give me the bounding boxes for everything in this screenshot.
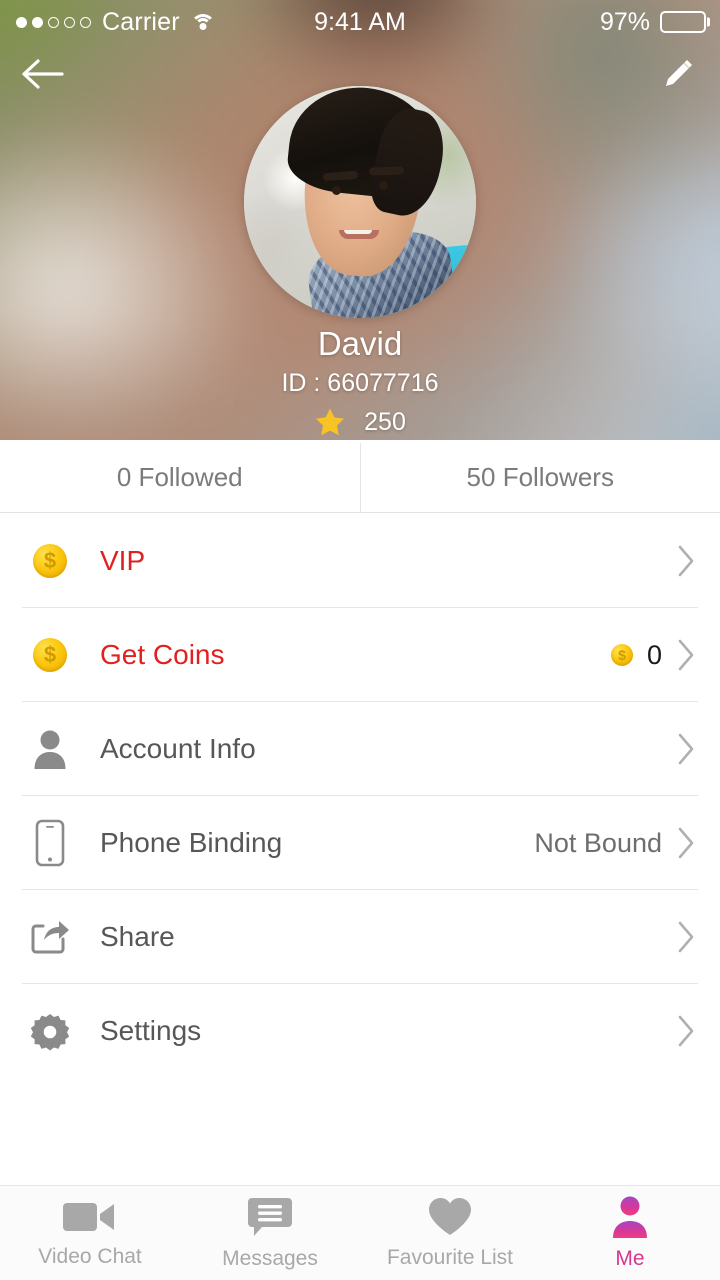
message-bubble-icon — [248, 1198, 292, 1236]
share-icon — [0, 917, 100, 957]
menu-item-label: Get Coins — [100, 639, 225, 670]
menu-item-settings[interactable]: Settings — [0, 984, 720, 1078]
menu-item-right — [676, 1014, 720, 1048]
follow-stats-tabs: 0 Followed 50 Followers — [0, 443, 720, 513]
menu-item-label: Share — [100, 921, 175, 952]
nav-bar — [0, 44, 720, 104]
avatar-photo — [244, 86, 476, 318]
menu-item-share[interactable]: Share — [0, 890, 720, 984]
tab-followed[interactable]: 0 Followed — [0, 443, 360, 512]
bottom-tab-bar: Video Chat Messages Favourite List Me — [0, 1185, 720, 1280]
menu-item-label: VIP — [100, 545, 146, 576]
coin-glyph: $ — [33, 638, 67, 672]
settings-menu-list: $ VIP $ Get Coins $ 0 Account Info Phone… — [0, 514, 720, 1078]
video-camera-icon — [63, 1203, 114, 1231]
coin-badge-icon: $ — [610, 644, 633, 666]
menu-item-right: $ 0 — [610, 638, 720, 672]
profile-identity: David ID : 66077716 250 — [0, 325, 720, 438]
coin-glyph: $ — [33, 544, 67, 578]
avatar[interactable] — [244, 86, 476, 318]
menu-item-label: Account Info — [100, 733, 256, 764]
profile-star-count: 250 — [364, 407, 406, 436]
coin-dollar-icon: $ — [0, 638, 100, 672]
menu-item-right — [676, 732, 720, 766]
profile-star-row: 250 — [0, 406, 720, 438]
phone-icon — [0, 819, 100, 867]
menu-item-vip[interactable]: $ VIP — [0, 514, 720, 608]
status-bar-right: 97% — [600, 8, 706, 37]
chevron-right-icon — [678, 639, 694, 671]
status-bar: Carrier 9:41 AM 97% — [0, 0, 720, 44]
profile-name: David — [317, 325, 403, 362]
coin-balance-value: 0 — [646, 639, 662, 670]
tab-messages[interactable]: Messages — [180, 1186, 360, 1280]
menu-item-label: Settings — [100, 1015, 202, 1046]
profile-id: ID : 66077716 — [281, 369, 439, 397]
menu-item-get-coins[interactable]: $ Get Coins $ 0 — [0, 608, 720, 702]
arrow-left-icon — [22, 59, 64, 89]
chevron-right-icon — [678, 545, 694, 577]
battery-percent-label: 97% — [599, 7, 650, 36]
chevron-right-icon — [678, 733, 694, 765]
tab-label: Messages — [222, 1247, 318, 1270]
tab-followers[interactable]: 50 Followers — [359, 443, 720, 512]
menu-item-label: Phone Binding — [100, 827, 283, 858]
phone-binding-value: Not Bound — [534, 827, 662, 858]
battery-icon — [660, 11, 706, 33]
tab-label: Favourite List — [386, 1246, 514, 1269]
chevron-right-icon — [678, 1015, 694, 1047]
back-button[interactable] — [18, 50, 70, 98]
profile-screen: Carrier 9:41 AM 97% David ID: 66077716 … — [0, 0, 720, 1280]
person-icon — [613, 1196, 647, 1238]
menu-item-right: Not Bound — [534, 826, 720, 860]
chevron-right-icon — [678, 827, 694, 859]
heart-icon — [429, 1198, 471, 1235]
gear-icon — [0, 1011, 100, 1051]
tab-video-chat[interactable]: Video Chat — [0, 1186, 180, 1280]
menu-item-right — [676, 920, 720, 954]
tab-me[interactable]: Me — [540, 1186, 720, 1280]
tab-label: Me — [615, 1247, 645, 1270]
menu-item-account-info[interactable]: Account Info — [0, 702, 720, 796]
edit-profile-button[interactable] — [654, 50, 702, 98]
tab-favourite-list[interactable]: Favourite List — [360, 1186, 540, 1280]
chevron-right-icon — [678, 921, 694, 953]
pencil-icon — [666, 60, 692, 86]
tab-label: Video Chat — [38, 1245, 142, 1268]
star-icon — [316, 408, 345, 436]
menu-item-phone-binding[interactable]: Phone Binding Not Bound — [0, 796, 720, 890]
menu-item-right — [676, 544, 720, 578]
coin-dollar-icon: $ — [0, 544, 100, 578]
person-icon — [0, 728, 100, 770]
